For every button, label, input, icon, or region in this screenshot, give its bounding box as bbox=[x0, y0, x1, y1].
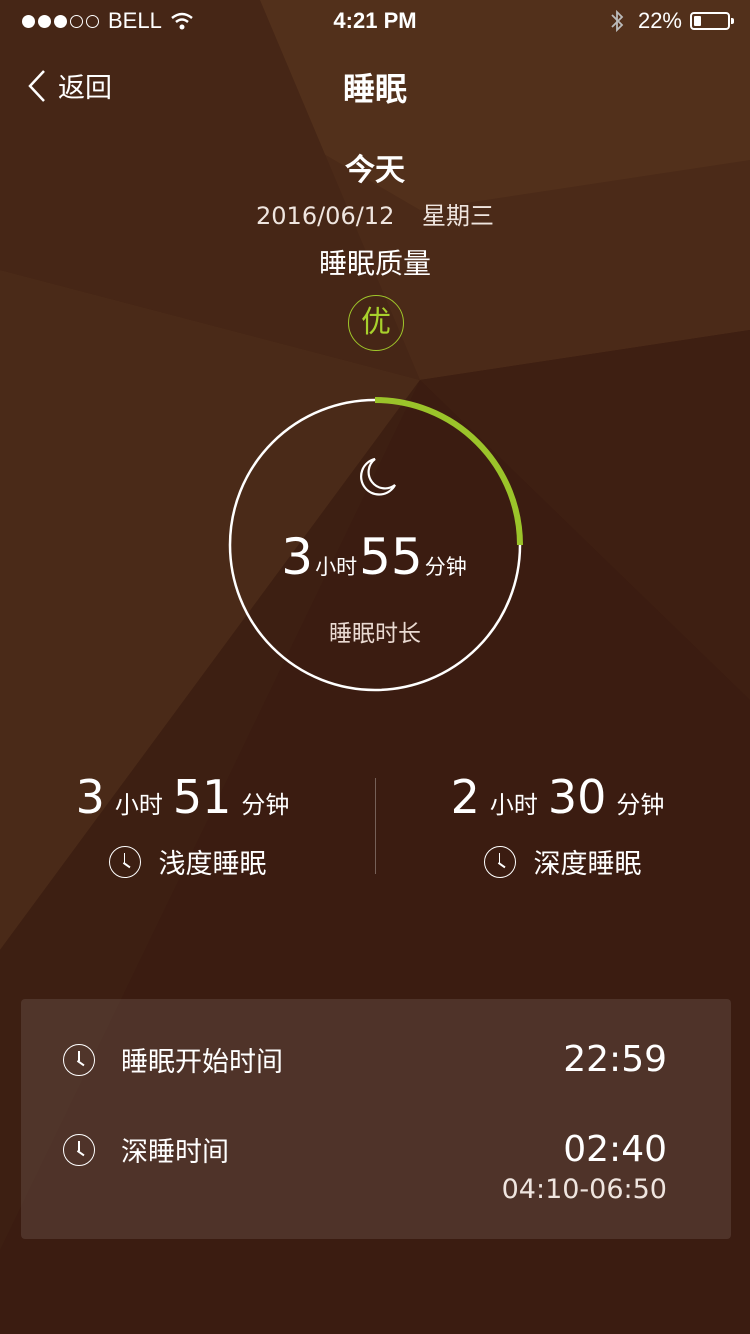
sleep-duration: 3小时55分钟 bbox=[225, 528, 525, 586]
quality-grade-badge: 优 bbox=[348, 295, 404, 351]
date-value: 2016/06/12 bbox=[256, 202, 395, 230]
back-label: 返回 bbox=[58, 73, 112, 104]
duration-minutes: 55 bbox=[359, 528, 423, 586]
date-line: 2016/06/12 星期三 bbox=[0, 196, 750, 231]
duration-label: 睡眠时长 bbox=[329, 621, 421, 647]
deep-sleep-time-value: 02:40 bbox=[563, 1129, 667, 1170]
clock-icon bbox=[63, 1043, 95, 1076]
chevron-left-icon bbox=[28, 69, 45, 102]
clock-icon bbox=[108, 845, 141, 878]
duration-hours: 3 bbox=[281, 528, 314, 586]
deep-sleep-time-label: 深睡时间 bbox=[121, 1137, 229, 1168]
light-sleep-stat: 3 小时 51 分钟 浅度睡眠 bbox=[0, 770, 375, 881]
deep-minutes-unit: 分钟 bbox=[616, 791, 665, 819]
light-hours-unit: 小时 bbox=[114, 791, 163, 819]
battery-fill bbox=[694, 16, 702, 26]
deep-sleep-stat: 2 小时 30 分钟 深度睡眠 bbox=[375, 770, 750, 881]
light-sleep-label: 浅度睡眠 bbox=[158, 849, 267, 880]
light-hours: 3 bbox=[75, 770, 105, 824]
moon-icon bbox=[360, 457, 396, 496]
status-right: 22% bbox=[610, 8, 734, 34]
deep-hours-unit: 小时 bbox=[489, 791, 538, 819]
sleep-start-label: 睡眠开始时间 bbox=[121, 1047, 283, 1078]
nav-bar: 返回 睡眠 bbox=[0, 56, 750, 112]
duration-minutes-unit: 分钟 bbox=[424, 555, 467, 579]
deep-sleep-row: 深睡时间 02:40 bbox=[63, 1129, 667, 1170]
sleep-details-card: 睡眠开始时间 22:59 深睡时间 02:40 04:10-06:50 bbox=[21, 999, 731, 1239]
sleep-start-value: 22:59 bbox=[563, 1039, 667, 1080]
status-bar: BELL 4:21 PM 22% bbox=[0, 0, 750, 40]
sleep-start-row: 睡眠开始时间 22:59 bbox=[63, 1039, 667, 1080]
light-minutes: 51 bbox=[172, 770, 232, 824]
weekday-value: 星期三 bbox=[421, 202, 494, 230]
day-label: 今天 bbox=[345, 153, 405, 188]
page-title: 睡眠 bbox=[342, 70, 407, 108]
quality-label: 睡眠质量 bbox=[318, 247, 431, 280]
duration-hours-unit: 小时 bbox=[315, 555, 358, 579]
battery-icon bbox=[690, 12, 734, 30]
battery-percent: 22% bbox=[637, 8, 682, 33]
clock-icon bbox=[63, 1133, 95, 1166]
clock-icon bbox=[483, 845, 516, 878]
deep-sleep-range: 04:10-06:50 bbox=[501, 1174, 667, 1205]
back-button[interactable]: 返回 bbox=[26, 66, 112, 105]
deep-minutes: 30 bbox=[547, 770, 607, 824]
bluetooth-icon bbox=[611, 9, 624, 33]
deep-hours: 2 bbox=[450, 770, 480, 824]
deep-sleep-label: 深度睡眠 bbox=[533, 849, 642, 880]
light-minutes-unit: 分钟 bbox=[241, 791, 290, 819]
